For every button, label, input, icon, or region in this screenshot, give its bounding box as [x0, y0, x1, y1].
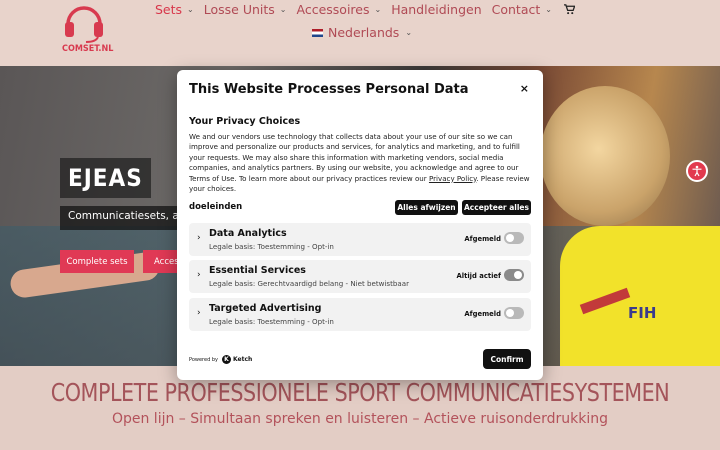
logo-text: COMSET.NL [62, 44, 114, 54]
language-label: Nederlands [328, 25, 400, 40]
nav-item-sets[interactable]: Sets ⌄ [155, 2, 194, 17]
toggle-switch [504, 269, 524, 281]
category-name: Essential Services [209, 265, 306, 276]
category-name: Targeted Advertising [209, 303, 322, 314]
category-state: Afgemeld [464, 235, 501, 243]
nav-label: Accessoires [296, 2, 370, 17]
main-nav: Sets ⌄ Losse Units ⌄ Accessoires ⌄ Handleid… [155, 2, 585, 17]
privacy-consent-dialog: This Website Processes Personal Data × Y… [177, 70, 543, 380]
category-basis: Legale basis: Gerechtvaardigd belang - N… [209, 279, 410, 288]
chevron-down-icon: ⌄ [374, 5, 382, 14]
hero-tagline: Communicatiesets, accessoires [60, 206, 190, 230]
purposes-label: doeleinden [189, 202, 243, 212]
dialog-title: This Website Processes Personal Data [189, 82, 469, 97]
category-state: Afgemeld [464, 310, 501, 318]
category-data-analytics[interactable]: › Data Analytics Legale basis: Toestemmi… [189, 223, 531, 256]
nav-item-losse-units[interactable]: Losse Units ⌄ [204, 2, 287, 17]
cart-icon[interactable] [563, 2, 575, 17]
chevron-right-icon: › [197, 308, 201, 318]
hero-image-person [540, 86, 670, 226]
chevron-down-icon: ⌄ [405, 28, 413, 37]
dialog-subtitle: Your Privacy Choices [189, 116, 301, 127]
category-essential-services[interactable]: › Essential Services Legale basis: Gerec… [189, 260, 531, 293]
ketch-logo[interactable]: K Ketch [221, 355, 253, 364]
privacy-policy-link[interactable]: Privacy Policy [429, 174, 476, 183]
toggle-switch[interactable] [504, 232, 524, 244]
ketch-icon: K [221, 355, 231, 364]
hero-brand: EJEAS [60, 158, 151, 198]
category-basis: Legale basis: Toestemming - Opt-in [209, 317, 334, 326]
accessibility-icon[interactable] [686, 160, 708, 182]
chevron-down-icon: ⌄ [279, 5, 287, 14]
cart-glyph [563, 4, 575, 15]
category-state: Altijd actief [456, 272, 502, 280]
chevron-right-icon: › [197, 233, 201, 243]
powered-by-label: Powered by [189, 356, 218, 363]
confirm-button[interactable]: Confirm [483, 349, 531, 369]
chevron-down-icon: ⌄ [545, 5, 552, 14]
hero-image-shirt [560, 226, 720, 366]
headset-icon [65, 6, 103, 43]
category-targeted-advertising[interactable]: › Targeted Advertising Legale basis: Toe… [189, 298, 531, 331]
accept-all-button[interactable]: Accepteer alles [462, 200, 531, 215]
category-basis: Legale basis: Toestemming - Opt-in [209, 242, 334, 251]
language-switcher[interactable]: Nederlands ⌄ [312, 25, 412, 40]
nav-item-handleidingen[interactable]: Handleidingen [391, 2, 481, 17]
accessibility-glyph [692, 165, 702, 177]
page-subheadline: Open lijn – Simultaan spreken en luister… [111, 411, 609, 427]
logo[interactable]: COMSET.NL [62, 0, 114, 60]
nav-label: Contact [491, 2, 541, 17]
nav-item-contact[interactable]: Contact ⌄ [492, 2, 552, 17]
reject-all-button[interactable]: Alles afwijzen [395, 200, 458, 215]
dutch-flag-icon [312, 28, 323, 37]
powered-by: Powered by K Ketch [189, 355, 252, 364]
site-header: COMSET.NL Sets ⌄ Losse Units ⌄ Accessoires… [0, 0, 720, 66]
nav-item-accessoires[interactable]: Accessoires ⌄ [297, 2, 382, 17]
page-headline: COMPLETE PROFESSIONELE SPORT COMMUNICATI… [50, 378, 670, 407]
nav-label: Losse Units [203, 2, 275, 17]
chevron-down-icon: ⌄ [187, 5, 194, 14]
close-icon[interactable]: × [520, 82, 529, 95]
toggle-switch[interactable] [504, 307, 524, 319]
hero-image-logo: FIH [628, 304, 657, 322]
complete-sets-button[interactable]: Complete sets [60, 250, 134, 273]
ketch-label: Ketch [232, 356, 253, 363]
category-name: Data Analytics [209, 228, 287, 239]
nav-label: Handleidingen [391, 2, 482, 17]
nav-label: Sets [155, 2, 183, 17]
dialog-body: We and our vendors use technology that c… [189, 132, 531, 194]
chevron-right-icon: › [197, 270, 201, 280]
